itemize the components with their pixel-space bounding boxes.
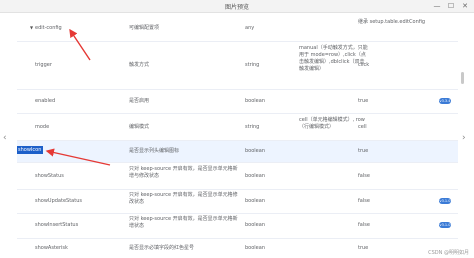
- version-badge: v3.1.0: [439, 198, 451, 204]
- param-name: edit-config: [35, 25, 62, 31]
- param-default: false: [358, 198, 370, 204]
- param-desc: 只对 keep-source 开启有效，是否显示单元格修改状态: [129, 192, 238, 205]
- param-type: boolean: [245, 245, 265, 251]
- close-icon[interactable]: ✕: [458, 1, 472, 12]
- param-name: showUpdateStatus: [35, 198, 82, 204]
- param-name: showInsertStatus: [35, 222, 79, 228]
- param-type: boolean: [245, 198, 265, 204]
- maximize-icon[interactable]: ☐: [444, 1, 458, 12]
- chevron-left-icon[interactable]: ‹: [3, 133, 7, 143]
- table-row: showAsterisk 是否显示必填字段的红色星号 boolean true: [17, 239, 458, 258]
- param-type: string: [245, 62, 260, 68]
- param-default: true: [358, 98, 369, 104]
- table-row: showUpdateStatus 只对 keep-source 开启有效，是否显…: [17, 190, 458, 214]
- param-name: mode: [35, 124, 50, 130]
- param-default: cell: [358, 124, 367, 130]
- param-desc: 是否启用: [129, 98, 150, 104]
- param-desc: 编辑模式: [129, 124, 150, 130]
- image-viewer: ▼ edit-config 可编辑配置项 any 继承 setup.table.…: [17, 14, 458, 258]
- param-name: trigger: [35, 62, 52, 68]
- param-desc: 触发方式: [129, 62, 150, 68]
- param-type: boolean: [245, 148, 265, 154]
- param-default: true: [358, 245, 369, 251]
- watermark: CSDN @明明如月: [428, 250, 469, 256]
- param-type: boolean: [245, 173, 265, 179]
- param-default: true: [358, 148, 369, 154]
- title-bar: 图片预览 — ☐ ✕: [0, 0, 474, 13]
- table-row: enabled 是否启用 boolean true v3.3.4: [17, 90, 458, 114]
- param-default: click: [358, 62, 370, 68]
- param-desc: 只对 keep-source 开启有效，是否显示单元格新增状态: [129, 216, 238, 229]
- table-row: showInsertStatus 只对 keep-source 开启有效，是否显…: [17, 214, 458, 239]
- param-desc: 只对 keep-source 开启有效，是否显示单元格新增与修改状态: [129, 166, 238, 179]
- param-type: string: [245, 124, 260, 130]
- param-desc: 是否显示列头编辑图标: [129, 148, 180, 154]
- table-row-highlighted: showIcon 是否显示列头编辑图标 boolean true: [17, 141, 458, 163]
- param-name: enabled: [35, 98, 56, 104]
- selected-text-showIcon[interactable]: showIcon: [17, 146, 43, 154]
- table-row: mode 编辑模式 string cell（单元格编辑模式）, row（行编辑模…: [17, 114, 458, 141]
- param-type: any: [245, 25, 255, 31]
- caret-down-icon[interactable]: ▼: [30, 25, 33, 30]
- chevron-right-icon[interactable]: ›: [462, 133, 466, 143]
- window-title: 图片预览: [224, 4, 249, 11]
- param-name: showStatus: [35, 173, 64, 179]
- version-badge: v3.1.0: [439, 222, 451, 228]
- param-desc: 可编辑配置项: [129, 25, 160, 31]
- table-row: ▼ edit-config 可编辑配置项 any 继承 setup.table.…: [17, 14, 458, 42]
- param-name: showAsterisk: [35, 245, 68, 251]
- param-type: boolean: [245, 98, 265, 104]
- version-badge: v3.3.4: [439, 98, 451, 104]
- table-row: trigger 触发方式 string manual（手动触发方式，只能用于 m…: [17, 42, 458, 90]
- scrollbar-thumb[interactable]: [461, 72, 464, 84]
- param-desc: 是否显示必填字段的红色星号: [129, 245, 195, 251]
- param-type: boolean: [245, 222, 265, 228]
- table-row: showStatus 只对 keep-source 开启有效，是否显示单元格新增…: [17, 163, 458, 190]
- param-default: false: [358, 222, 370, 228]
- param-extra: 继承 setup.table.editConfig: [358, 19, 426, 25]
- minimize-icon[interactable]: —: [430, 1, 444, 12]
- param-default: false: [358, 173, 370, 179]
